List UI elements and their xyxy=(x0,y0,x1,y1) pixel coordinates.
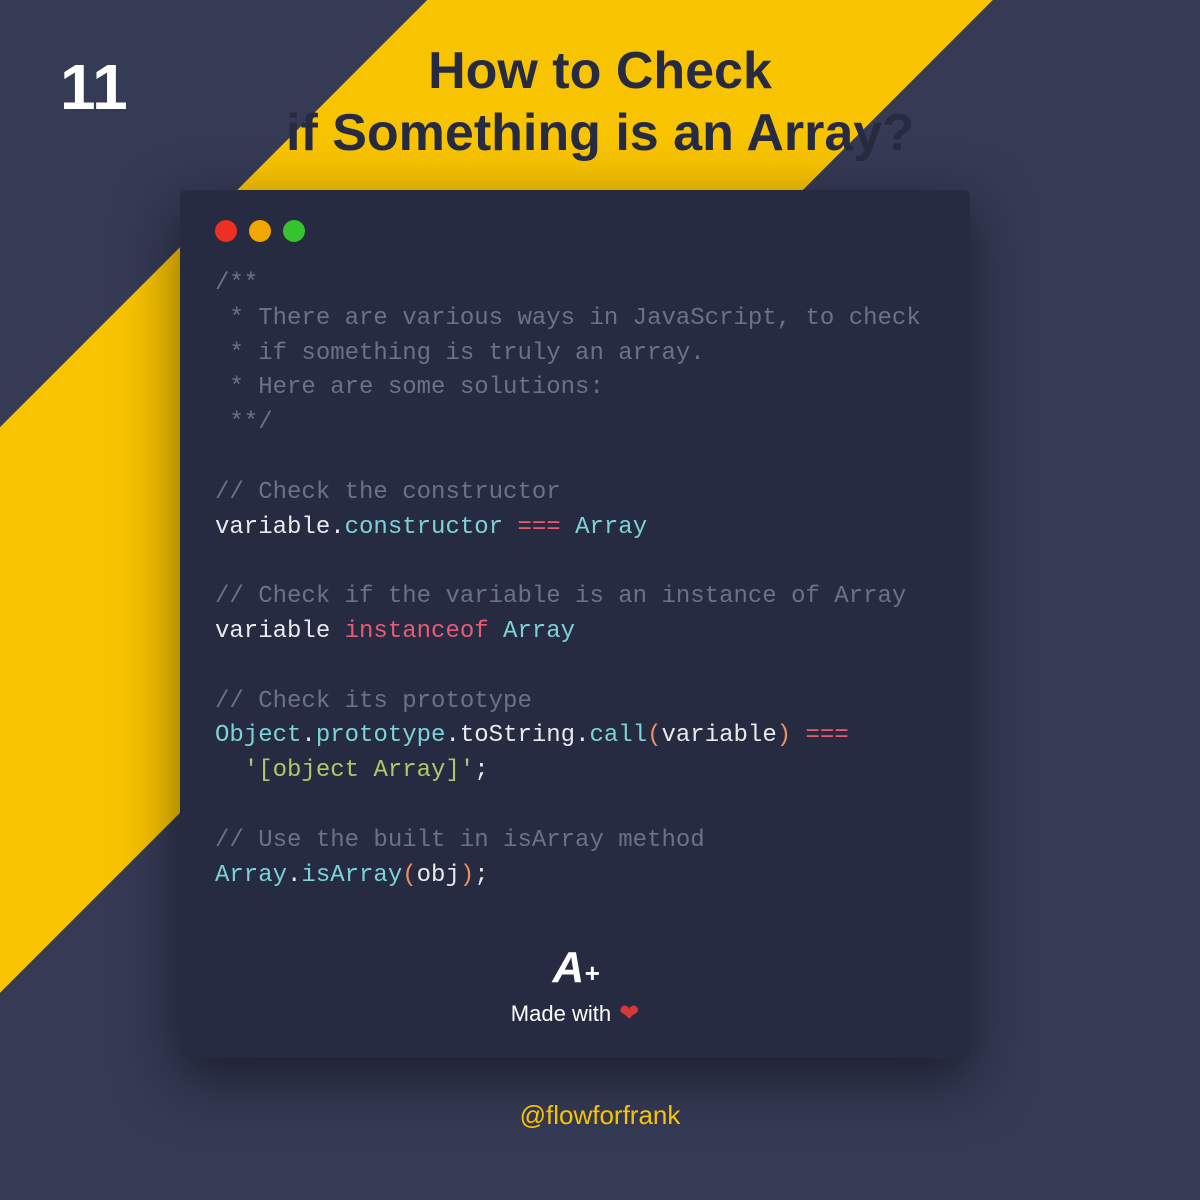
social-handle: @flowforfrank xyxy=(0,1100,1200,1131)
code-comment: // Check if the variable is an instance … xyxy=(215,583,906,610)
code-token: Array xyxy=(575,514,647,541)
code-token: isArray xyxy=(301,862,402,889)
code-comment: // Use the built in isArray method xyxy=(215,827,705,854)
code-token: variable xyxy=(215,618,330,645)
close-icon xyxy=(215,220,237,242)
code-token: ( xyxy=(402,862,416,889)
code-token: variable xyxy=(215,514,330,541)
minimize-icon xyxy=(249,220,271,242)
code-token: call xyxy=(589,722,647,749)
logo-plus: + xyxy=(584,958,597,989)
code-token: === xyxy=(791,722,849,749)
footer-logo: A+ Made with ❤ xyxy=(215,943,935,1028)
code-token: Array xyxy=(215,862,287,889)
code-token: constructor xyxy=(345,514,503,541)
code-token: [object Array] xyxy=(258,757,460,784)
code-comment: **/ xyxy=(215,409,273,436)
code-token: . xyxy=(301,722,315,749)
code-token: . xyxy=(330,514,344,541)
logo-letter: A xyxy=(553,943,583,993)
logo-icon: A+ xyxy=(553,943,598,993)
code-token: obj xyxy=(417,862,460,889)
code-token: Array xyxy=(489,618,575,645)
code-comment: * There are various ways in JavaScript, … xyxy=(215,305,921,332)
code-token: . xyxy=(287,862,301,889)
code-token: ) xyxy=(777,722,791,749)
code-token: variable xyxy=(662,722,777,749)
code-token: ; xyxy=(474,862,488,889)
code-token: ) xyxy=(460,862,474,889)
made-with-label: Made with ❤ xyxy=(215,999,935,1028)
code-comment: * if something is truly an array. xyxy=(215,340,705,367)
window-controls xyxy=(215,220,935,242)
code-token: ' xyxy=(244,757,258,784)
maximize-icon xyxy=(283,220,305,242)
title-line-1: How to Check xyxy=(0,40,1200,102)
code-comment: * Here are some solutions: xyxy=(215,374,604,401)
made-with-text: Made with xyxy=(511,1001,611,1027)
code-comment: /** xyxy=(215,270,258,297)
code-comment: // Check its prototype xyxy=(215,688,532,715)
code-comment: // Check the constructor xyxy=(215,479,561,506)
heart-icon: ❤ xyxy=(619,999,639,1028)
code-token xyxy=(330,618,344,645)
code-token: toString xyxy=(460,722,575,749)
code-token: prototype xyxy=(316,722,446,749)
code-token: ; xyxy=(474,757,488,784)
code-token: instanceof xyxy=(345,618,489,645)
code-window: /** * There are various ways in JavaScri… xyxy=(180,190,970,1058)
title-line-2: if Something is an Array? xyxy=(0,102,1200,164)
code-block: /** * There are various ways in JavaScri… xyxy=(215,267,935,893)
code-token: . xyxy=(445,722,459,749)
code-token: === xyxy=(503,514,575,541)
code-token: ' xyxy=(460,757,474,784)
code-token xyxy=(215,757,244,784)
code-token: ( xyxy=(647,722,661,749)
page-title: How to Check if Something is an Array? xyxy=(0,40,1200,165)
code-token: Object xyxy=(215,722,301,749)
code-token: . xyxy=(575,722,589,749)
